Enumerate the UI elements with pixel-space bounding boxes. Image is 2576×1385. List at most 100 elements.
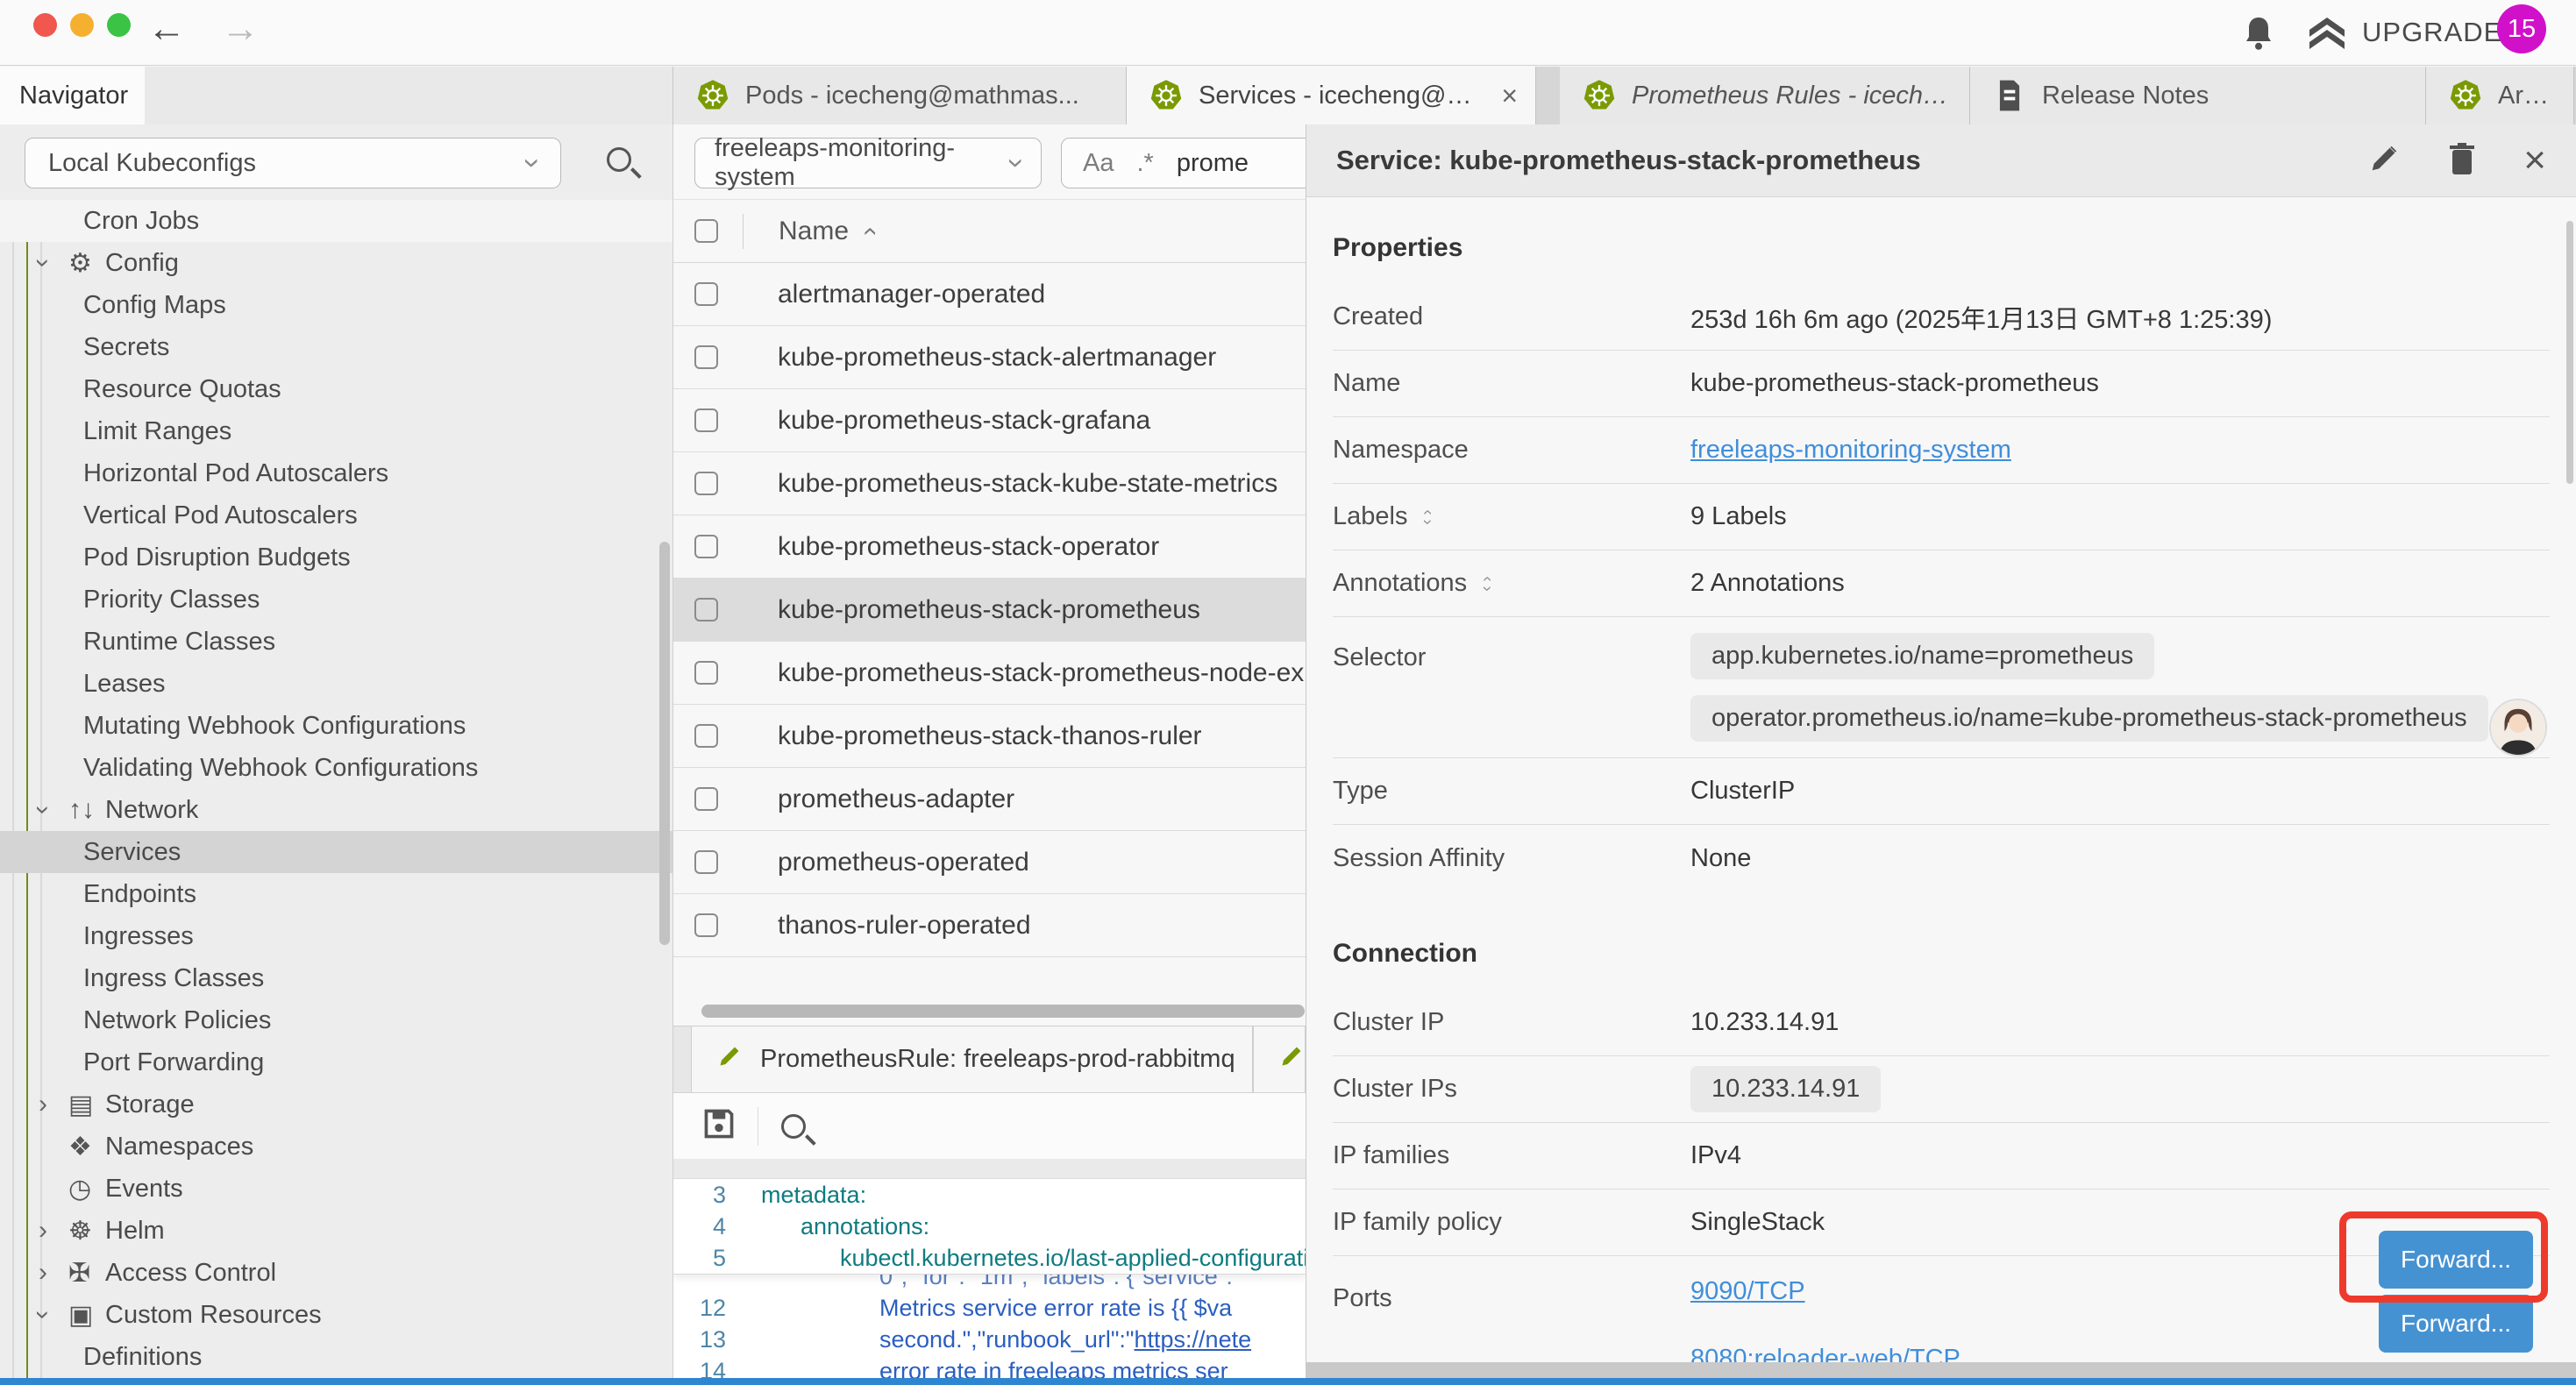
tree-chevron-icon[interactable] <box>39 1258 68 1288</box>
row-checkbox[interactable] <box>694 661 718 685</box>
expand-toggle-icon[interactable]: ›› <box>1425 508 1430 527</box>
tree-chevron-icon[interactable] <box>39 1090 68 1119</box>
cluster-tab[interactable]: Services - icecheng@math... × <box>1127 67 1536 124</box>
sort-ascending-icon[interactable]: › <box>854 227 884 236</box>
window-close-button[interactable] <box>33 13 57 37</box>
namespace-select[interactable]: freeleaps-monitoring-system › <box>694 138 1042 188</box>
row-checkbox[interactable] <box>694 850 718 874</box>
avatar[interactable] <box>2489 699 2547 756</box>
sidebar-tree-item[interactable]: ↑↓ Network <box>0 789 673 831</box>
tree-chevron-icon[interactable] <box>39 795 68 825</box>
sidebar-tree-item[interactable]: ▤ Storage <box>0 1083 673 1126</box>
table-row[interactable]: kube-prometheus-stack-grafana <box>673 389 1306 452</box>
tab-close-icon[interactable]: × <box>1501 80 1518 112</box>
sidebar-tree-item[interactable]: Secrets <box>0 326 673 368</box>
sidebar-tree-item[interactable]: Leases <box>0 663 673 705</box>
search-icon[interactable] <box>607 147 631 172</box>
labels-count[interactable]: 9 Labels <box>1690 502 1787 531</box>
sidebar-tree-item[interactable]: ☸ Helm <box>0 1210 673 1252</box>
row-checkbox[interactable] <box>694 724 718 748</box>
sidebar-scrollbar-thumb[interactable] <box>659 542 670 945</box>
horizontal-scrollbar-thumb[interactable] <box>701 1005 1305 1018</box>
sidebar-tree-item[interactable]: ✠ Access Control <box>0 1252 673 1294</box>
row-checkbox[interactable] <box>694 913 718 937</box>
table-row[interactable]: thanos-ruler-operated <box>673 894 1306 957</box>
back-arrow-icon[interactable]: ← <box>147 7 186 51</box>
row-checkbox[interactable] <box>694 598 718 621</box>
expand-toggle-icon[interactable]: ›› <box>1484 574 1490 593</box>
table-row[interactable]: kube-prometheus-stack-kube-state-metrics <box>673 452 1306 515</box>
window-minimize-button[interactable] <box>70 13 94 37</box>
cluster-tab[interactable]: Prometheus Rules - icecheng... <box>1560 67 1970 124</box>
sidebar-tree-item[interactable]: Pod Disruption Budgets <box>0 536 673 579</box>
sidebar-tree-item[interactable]: ❖ Namespaces <box>0 1126 673 1168</box>
row-checkbox[interactable] <box>694 787 718 811</box>
sidebar-tree-item[interactable]: Network Policies <box>0 999 673 1041</box>
table-row[interactable]: alertmanager-operated <box>673 263 1306 326</box>
edit-pencil-icon[interactable] <box>2367 142 2401 180</box>
sidebar-tree-item[interactable]: Validating Webhook Configurations <box>0 747 673 789</box>
annotations-count[interactable]: 2 Annotations <box>1690 569 1845 598</box>
delete-trash-icon[interactable] <box>2446 141 2478 181</box>
sidebar-tree-item[interactable]: Ingresses <box>0 915 673 957</box>
tab-navigator[interactable]: Navigator <box>0 67 145 124</box>
namespace-link[interactable]: freeleaps-monitoring-system <box>1690 436 2011 465</box>
sidebar-tree-item[interactable]: ▣ Custom Resources <box>0 1294 673 1336</box>
details-scrollbar-thumb[interactable] <box>2566 221 2573 484</box>
table-row[interactable]: kube-prometheus-stack-alertmanager <box>673 326 1306 389</box>
sidebar-tree-item[interactable]: Runtime Classes <box>0 621 673 663</box>
forward-arrow-icon[interactable]: → <box>221 7 260 51</box>
kubeconfig-select[interactable]: Local Kubeconfigs › <box>25 138 561 188</box>
notifications-bell-icon[interactable] <box>2241 14 2276 57</box>
close-icon[interactable]: × <box>2523 141 2546 180</box>
details-bottom-scrollbar[interactable] <box>1306 1362 2576 1378</box>
sidebar-tree-item[interactable]: Priority Classes <box>0 579 673 621</box>
upgrade-button[interactable]: UPGRADE <box>2304 12 2502 53</box>
match-case-toggle[interactable]: Aa <box>1083 149 1114 178</box>
regex-toggle[interactable]: .* <box>1136 149 1153 178</box>
select-all-checkbox[interactable] <box>694 219 718 243</box>
sidebar-tree-item[interactable]: Definitions <box>0 1336 673 1378</box>
sidebar-tree-item[interactable]: Resource Quotas <box>0 368 673 410</box>
sidebar-tree-item[interactable]: Config Maps <box>0 284 673 326</box>
sidebar-tree-item[interactable]: Services <box>0 831 673 873</box>
row-checkbox[interactable] <box>694 345 718 369</box>
forward-button-8080[interactable]: Forward... <box>2379 1295 2533 1353</box>
table-row[interactable]: kube-prometheus-stack-operator <box>673 515 1306 579</box>
table-row[interactable]: prometheus-adapter <box>673 768 1306 831</box>
cluster-tab[interactable]: Pods - icecheng@mathmas... <box>673 67 1127 124</box>
cluster-tab[interactable]: Argo Se <box>2426 67 2574 124</box>
row-checkbox[interactable] <box>694 535 718 558</box>
row-checkbox[interactable] <box>694 282 718 306</box>
sidebar-tree-item[interactable]: Cron Jobs <box>0 200 673 242</box>
editor-search-icon[interactable] <box>781 1114 806 1139</box>
sidebar-tree-item[interactable]: Horizontal Pod Autoscalers <box>0 452 673 494</box>
cluster-tab[interactable]: Release Notes <box>1970 67 2426 124</box>
tree-chevron-icon[interactable] <box>39 248 68 278</box>
row-checkbox[interactable] <box>694 408 718 432</box>
sidebar-tree-item[interactable]: ◷ Events <box>0 1168 673 1210</box>
filter-input[interactable]: Aa .* prome <box>1061 138 1306 188</box>
dock-tab-next[interactable] <box>1253 1026 1306 1092</box>
table-row[interactable]: kube-prometheus-stack-prometheus <box>673 579 1306 642</box>
yaml-editor[interactable]: 3 metadata: 4 annotations: 5 kubectl.kub… <box>673 1179 1306 1378</box>
tree-chevron-icon[interactable] <box>39 1300 68 1330</box>
sidebar-tree-item[interactable]: Mutating Webhook Configurations <box>0 705 673 747</box>
sidebar-tree-item[interactable]: Vertical Pod Autoscalers <box>0 494 673 536</box>
dock-tab-prometheusrule[interactable]: PrometheusRule: freeleaps-prod-rabbitmq <box>691 1026 1253 1092</box>
sidebar-tree-item[interactable]: Ingress Classes <box>0 957 673 999</box>
save-icon[interactable] <box>701 1106 737 1146</box>
column-header-name[interactable]: Name <box>779 217 849 246</box>
table-row[interactable]: kube-prometheus-stack-thanos-ruler <box>673 705 1306 768</box>
port-link-9090[interactable]: 9090/TCP <box>1690 1277 1960 1306</box>
sidebar-tree-item[interactable]: Port Forwarding <box>0 1041 673 1083</box>
sidebar-tree-item[interactable]: Endpoints <box>0 873 673 915</box>
sidebar-tree-item[interactable]: Limit Ranges <box>0 410 673 452</box>
table-row[interactable]: prometheus-operated <box>673 831 1306 894</box>
window-zoom-button[interactable] <box>107 13 131 37</box>
notification-count-badge[interactable]: 15 <box>2497 4 2546 53</box>
sidebar-tree-item[interactable]: ⚙ Config <box>0 242 673 284</box>
row-checkbox[interactable] <box>694 472 718 495</box>
tree-chevron-icon[interactable] <box>39 1216 68 1246</box>
table-row[interactable]: kube-prometheus-stack-prometheus-node-ex… <box>673 642 1306 705</box>
